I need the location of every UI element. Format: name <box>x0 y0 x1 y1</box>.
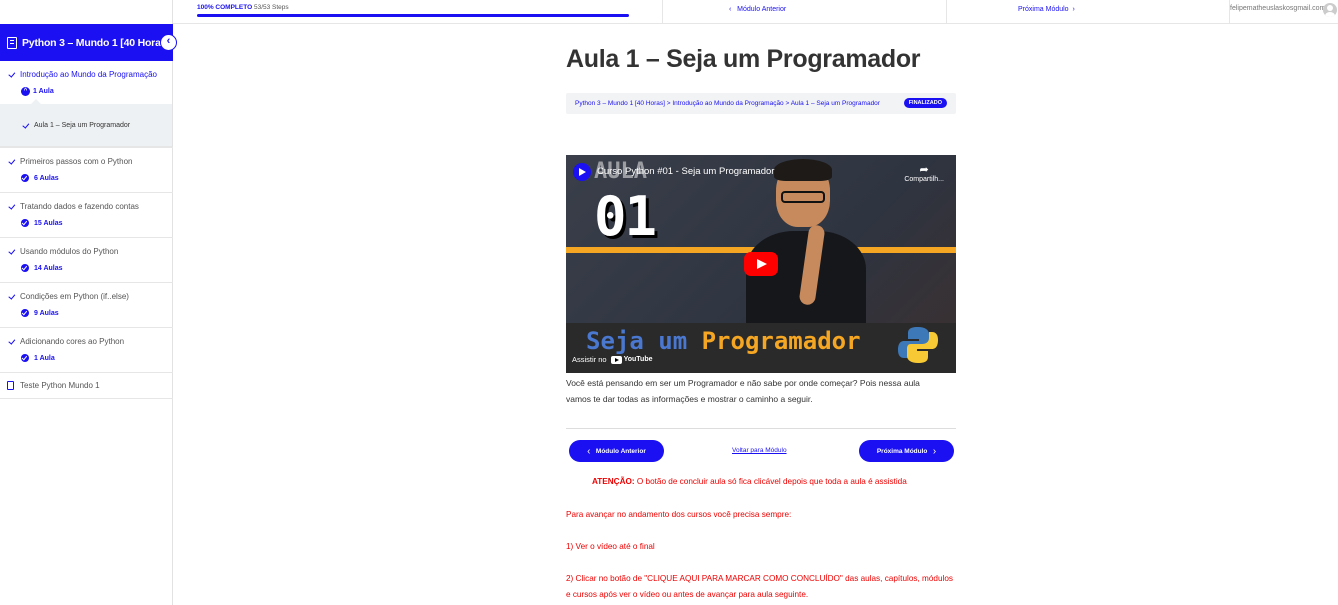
divider <box>662 0 663 24</box>
thumbnail-number: 01 <box>594 185 657 248</box>
course-header[interactable]: Python 3 – Mundo 1 [40 Horas] ‹ <box>0 24 177 61</box>
user-email[interactable]: felipematheuslaskosgmail.com <box>1230 3 1325 14</box>
watch-on-youtube[interactable]: Assistir no YouTube <box>572 355 653 364</box>
check-icon <box>7 338 15 346</box>
section-count: 9 Aulas <box>34 309 59 317</box>
next-module-link[interactable]: Próxima Módulo › <box>1018 6 1075 13</box>
check-icon <box>7 293 15 301</box>
sidebar-section[interactable]: Condições em Python (if..else) 9 Aulas <box>0 283 173 328</box>
section-title: Adicionando cores ao Python <box>20 337 125 346</box>
progress-bar <box>197 14 629 17</box>
check-icon <box>7 203 15 211</box>
share-button[interactable]: ➦ Compartilh... <box>904 163 944 183</box>
breadcrumb-text[interactable]: Python 3 – Mundo 1 [40 Horas] > Introduç… <box>575 100 880 107</box>
attention-notice: ATENÇÃO: O botão de concluir aula só fic… <box>592 477 907 486</box>
sidebar-quiz[interactable]: Teste Python Mundo 1 <box>0 373 173 399</box>
python-logo-icon <box>898 327 938 363</box>
step-2: 2) Clicar no botão de "CLIQUE AQUI PARA … <box>566 574 953 599</box>
sidebar-lesson-item[interactable]: Aula 1 – Seja um Programador <box>0 99 172 147</box>
check-circle-icon[interactable] <box>21 264 29 272</box>
course-sidebar: Python 3 – Mundo 1 [40 Horas] ‹ Introduç… <box>0 0 177 605</box>
section-count: 14 Aulas <box>34 264 63 272</box>
check-icon <box>7 71 15 79</box>
collapse-sidebar-button[interactable]: ‹ <box>160 34 177 51</box>
chevron-up-icon[interactable]: ^ <box>21 87 30 96</box>
course-title: Python 3 – Mundo 1 [40 Horas] <box>22 36 170 49</box>
quiz-title: Teste Python Mundo 1 <box>20 381 100 390</box>
play-button[interactable] <box>744 252 778 276</box>
lesson-description: Você está pensando em ser um Programador… <box>566 378 920 404</box>
divider <box>566 428 956 429</box>
youtube-icon <box>610 355 622 364</box>
section-title: Introdução ao Mundo da Programação <box>20 70 157 79</box>
section-title: Primeiros passos com o Python <box>20 157 133 166</box>
check-circle-icon[interactable] <box>21 354 29 362</box>
book-icon <box>7 36 17 49</box>
avatar[interactable] <box>1323 3 1337 17</box>
check-icon <box>7 248 15 256</box>
back-to-module-link[interactable]: Voltar para Módulo <box>732 447 787 454</box>
sidebar-section[interactable]: Adicionando cores ao Python 1 Aula <box>0 328 173 373</box>
channel-icon[interactable] <box>573 163 591 181</box>
share-icon: ➦ <box>919 164 929 176</box>
prev-module-button[interactable]: ‹ Módulo Anterior <box>569 440 664 462</box>
check-circle-icon[interactable] <box>21 219 29 227</box>
check-icon <box>7 158 15 166</box>
section-count: 1 Aula <box>33 88 54 95</box>
divider <box>946 0 947 24</box>
video-title[interactable]: Curso Python #01 - Seja um Programador <box>597 166 774 177</box>
progress-text: 100% COMPLETO 53/53 Steps <box>197 4 289 11</box>
section-title: Usando módulos do Python <box>20 247 119 256</box>
next-module-button[interactable]: Próxima Módulo › <box>859 440 954 462</box>
video-player[interactable]: AULA 01 Seja um Programador Curso Python… <box>566 155 956 373</box>
check-circle-icon[interactable] <box>21 174 29 182</box>
step-1: 1) Ver o vídeo até o final <box>566 542 655 551</box>
quiz-icon <box>7 381 14 390</box>
thumbnail-title: Seja um Programador <box>586 327 861 355</box>
prev-module-link[interactable]: ‹ Módulo Anterior <box>729 6 786 13</box>
lesson-title: Aula 1 – Seja um Programador <box>34 121 131 129</box>
status-badge: FINALIZADO <box>903 98 947 108</box>
advance-instructions: Para avançar no andamento dos cursos voc… <box>566 510 792 519</box>
section-title: Tratando dados e fazendo contas <box>20 202 139 211</box>
sidebar-section[interactable]: Usando módulos do Python 14 Aulas <box>0 238 173 283</box>
section-count: 6 Aulas <box>34 174 59 182</box>
section-title: Condições em Python (if..else) <box>20 292 129 301</box>
section-count: 1 Aula <box>34 354 55 362</box>
top-bar: 100% COMPLETO 53/53 Steps ‹ Módulo Anter… <box>173 0 1338 24</box>
check-icon <box>21 121 29 129</box>
check-circle-icon[interactable] <box>21 309 29 317</box>
chevron-right-icon: › <box>932 445 937 457</box>
sidebar-section[interactable]: Primeiros passos com o Python 6 Aulas <box>0 148 173 193</box>
page-title: Aula 1 – Seja um Programador <box>566 45 921 73</box>
sidebar-section[interactable]: Tratando dados e fazendo contas 15 Aulas <box>0 193 173 238</box>
breadcrumb[interactable]: Python 3 – Mundo 1 [40 Horas] > Introduç… <box>566 93 956 114</box>
section-count: 15 Aulas <box>34 219 63 227</box>
chevron-left-icon: ‹ <box>587 445 591 457</box>
